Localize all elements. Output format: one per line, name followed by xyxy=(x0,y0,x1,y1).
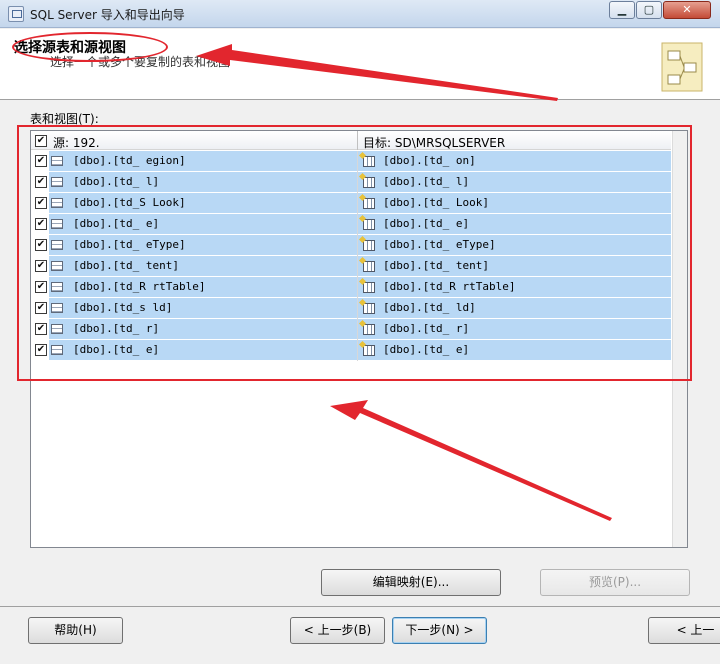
title-bar: SQL Server 导入和导出向导 ▁ ▢ ✕ xyxy=(0,0,720,28)
close-button[interactable]: ✕ xyxy=(663,1,711,19)
help-button[interactable]: 帮助(H) xyxy=(28,617,123,644)
wizard-table-icon xyxy=(661,42,703,92)
annotation-ellipse xyxy=(12,32,168,62)
window-title: SQL Server 导入和导出向导 xyxy=(30,8,185,22)
maximize-button[interactable]: ▢ xyxy=(636,1,662,19)
preview-button[interactable]: 预览(P)... xyxy=(540,569,690,596)
app-icon xyxy=(8,6,24,22)
back-button[interactable]: < 上一步(B) xyxy=(290,617,385,644)
annotation-rectangle xyxy=(17,125,692,381)
footer-divider xyxy=(0,606,720,607)
next-button[interactable]: 下一步(N) > xyxy=(392,617,487,644)
edit-mappings-button[interactable]: 编辑映射(E)... xyxy=(321,569,501,596)
back-button-duplicate[interactable]: < 上一 xyxy=(648,617,720,644)
minimize-button[interactable]: ▁ xyxy=(609,1,635,19)
